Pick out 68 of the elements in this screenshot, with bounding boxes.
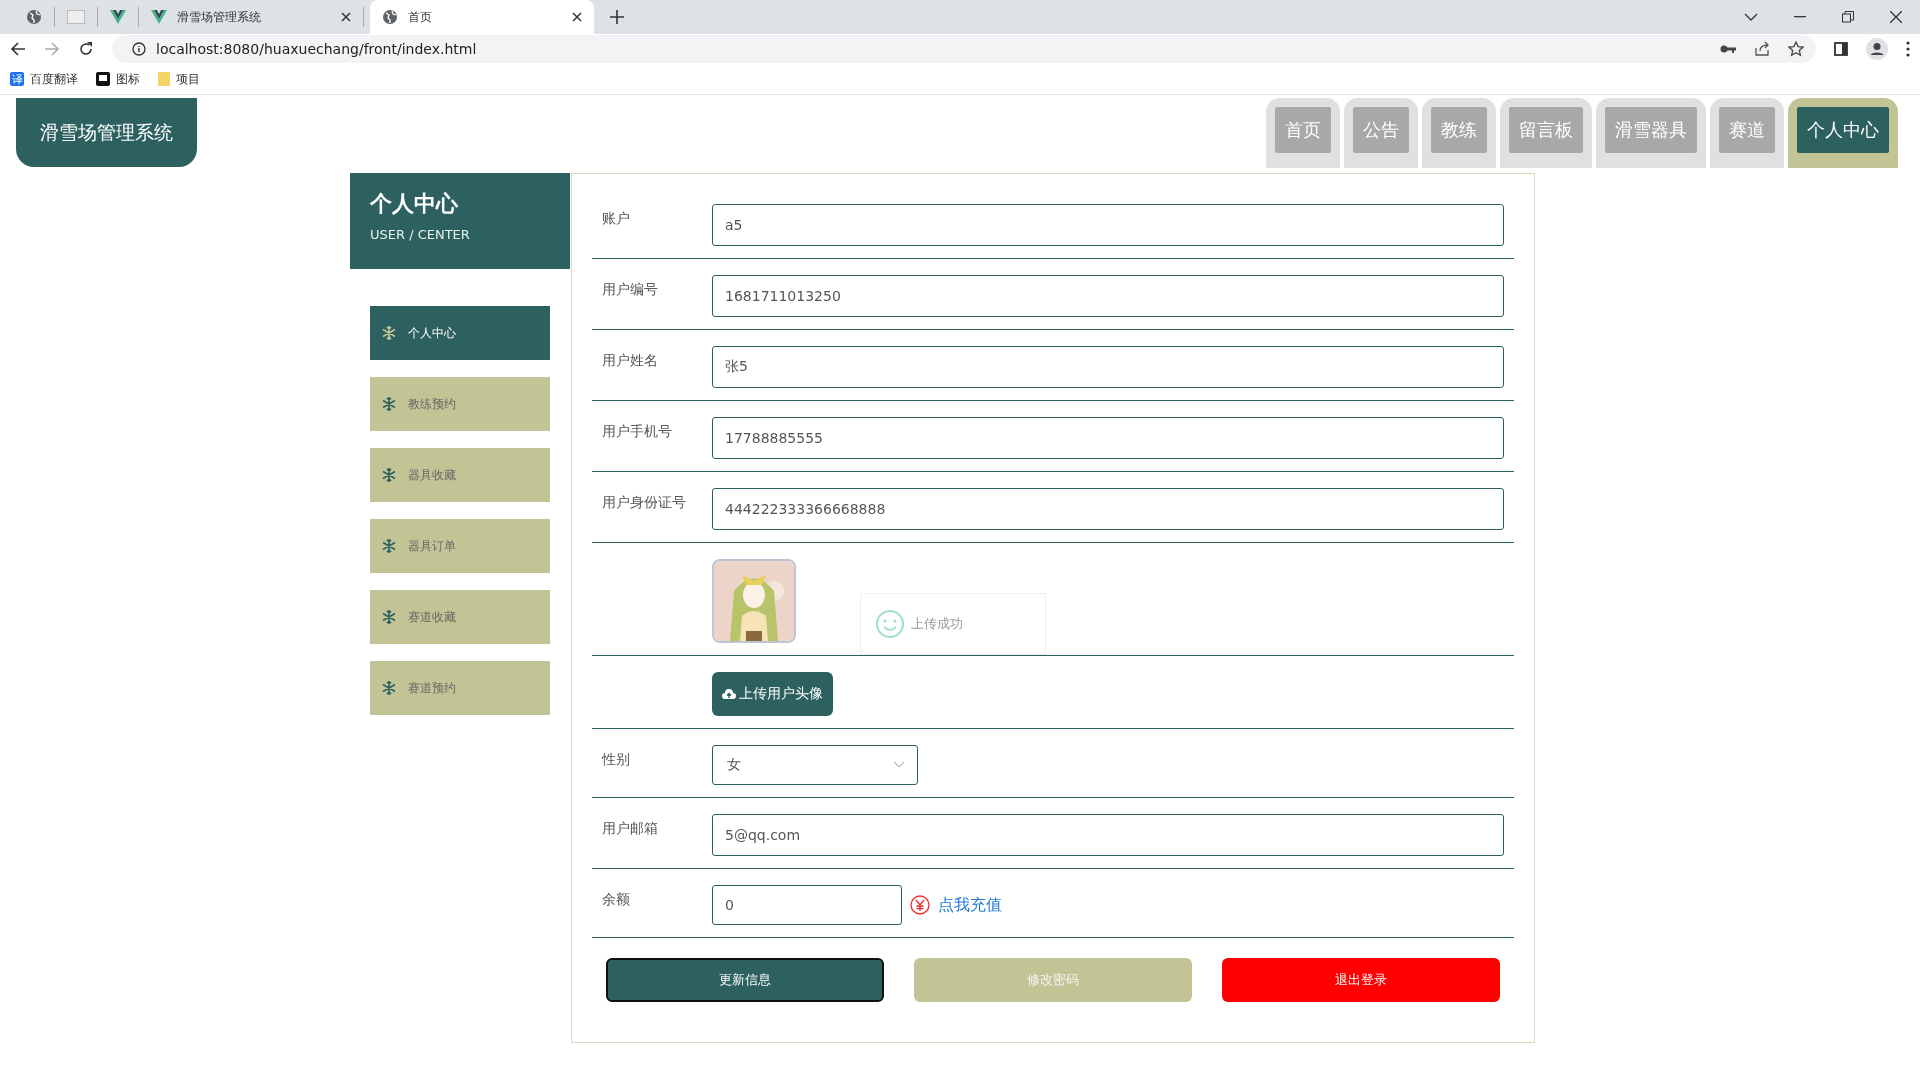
flag-icon xyxy=(96,72,110,86)
bookmark[interactable]: 译 百度翻译 xyxy=(10,70,78,88)
menu-icon[interactable] xyxy=(1906,41,1910,57)
field-label: 账户 xyxy=(602,210,630,226)
snowflake-icon xyxy=(382,326,396,340)
snowflake-icon xyxy=(382,610,396,624)
recharge-link[interactable]: 点我充值 xyxy=(938,894,1002,916)
input-field[interactable]: 17788885555 xyxy=(712,417,1504,459)
cloud-upload-icon xyxy=(722,688,736,700)
field-label: 余额 xyxy=(602,891,630,907)
input-field[interactable]: 1681711013250 xyxy=(712,275,1504,317)
close-icon[interactable] xyxy=(572,12,582,22)
tab-title: 首页 xyxy=(408,8,433,26)
minimize-icon[interactable] xyxy=(1794,16,1806,18)
profile-icon[interactable] xyxy=(1866,38,1888,60)
folder-icon xyxy=(158,72,170,86)
input-field[interactable]: 张5 xyxy=(712,346,1504,388)
globe-icon xyxy=(382,9,398,25)
bookmark[interactable]: 项目 xyxy=(158,70,200,88)
vue-logo-icon xyxy=(151,9,167,25)
bookmark[interactable]: 图标 xyxy=(96,70,140,88)
select-field[interactable]: 女 xyxy=(712,745,918,785)
key-icon[interactable] xyxy=(1720,44,1736,54)
back-icon[interactable] xyxy=(10,41,26,57)
page-icon xyxy=(67,10,85,24)
translate-icon: 译 xyxy=(10,72,24,86)
browser-tab[interactable]: 滑雪场管理系统 xyxy=(139,7,364,27)
site-logo: 滑雪场管理系统 xyxy=(16,98,197,167)
browser-tab[interactable]: 首页 xyxy=(370,0,594,34)
close-icon[interactable] xyxy=(1890,11,1902,23)
vue-logo-icon xyxy=(110,9,126,25)
toast-message: 上传成功 xyxy=(911,615,963,633)
star-icon[interactable] xyxy=(1788,41,1804,57)
input-field[interactable]: 444222333366668888 xyxy=(712,488,1504,530)
nav-tab[interactable]: 个人中心 xyxy=(1797,107,1889,153)
new-tab-icon[interactable] xyxy=(610,10,624,24)
info-icon xyxy=(132,42,146,56)
share-icon[interactable] xyxy=(1754,41,1770,57)
input-field[interactable]: 0 xyxy=(712,885,902,925)
close-icon[interactable] xyxy=(341,12,351,22)
field-label: 用户身份证号 xyxy=(602,494,686,510)
reload-icon[interactable] xyxy=(78,41,94,57)
sidebar-item[interactable]: 个人中心 xyxy=(370,306,550,360)
yen-icon xyxy=(910,895,930,915)
field-label: 用户手机号 xyxy=(602,423,672,439)
upload-button[interactable]: 上传用户头像 xyxy=(712,672,833,716)
field-label: 用户姓名 xyxy=(602,352,658,368)
sidebar-title: 个人中心 xyxy=(370,190,459,218)
side-panel-icon[interactable] xyxy=(1834,42,1848,56)
field-label: 性别 xyxy=(602,751,630,767)
update-button[interactable]: 更新信息 xyxy=(606,958,884,1002)
address-bar[interactable]: localhost:8080/huaxuechang/front/index.html xyxy=(112,35,1816,63)
field-label: 用户邮箱 xyxy=(602,820,658,836)
chevron-down-icon xyxy=(893,761,905,769)
tab-title: 滑雪场管理系统 xyxy=(177,8,262,26)
snowflake-icon xyxy=(382,397,396,411)
snowflake-icon xyxy=(382,681,396,695)
restore-icon[interactable] xyxy=(1842,11,1854,23)
chevron-down-icon[interactable] xyxy=(1744,12,1758,22)
snowflake-icon xyxy=(382,468,396,482)
input-field[interactable]: a5 xyxy=(712,204,1504,246)
input-field[interactable]: 5@qq.com xyxy=(712,814,1504,856)
smiley-icon xyxy=(875,609,905,639)
logout-button[interactable]: 退出登录 xyxy=(1222,958,1500,1002)
field-label: 用户编号 xyxy=(602,281,658,297)
globe-icon xyxy=(26,9,42,25)
snowflake-icon xyxy=(382,539,396,553)
sidebar-subtitle: USER / CENTER xyxy=(370,227,471,242)
